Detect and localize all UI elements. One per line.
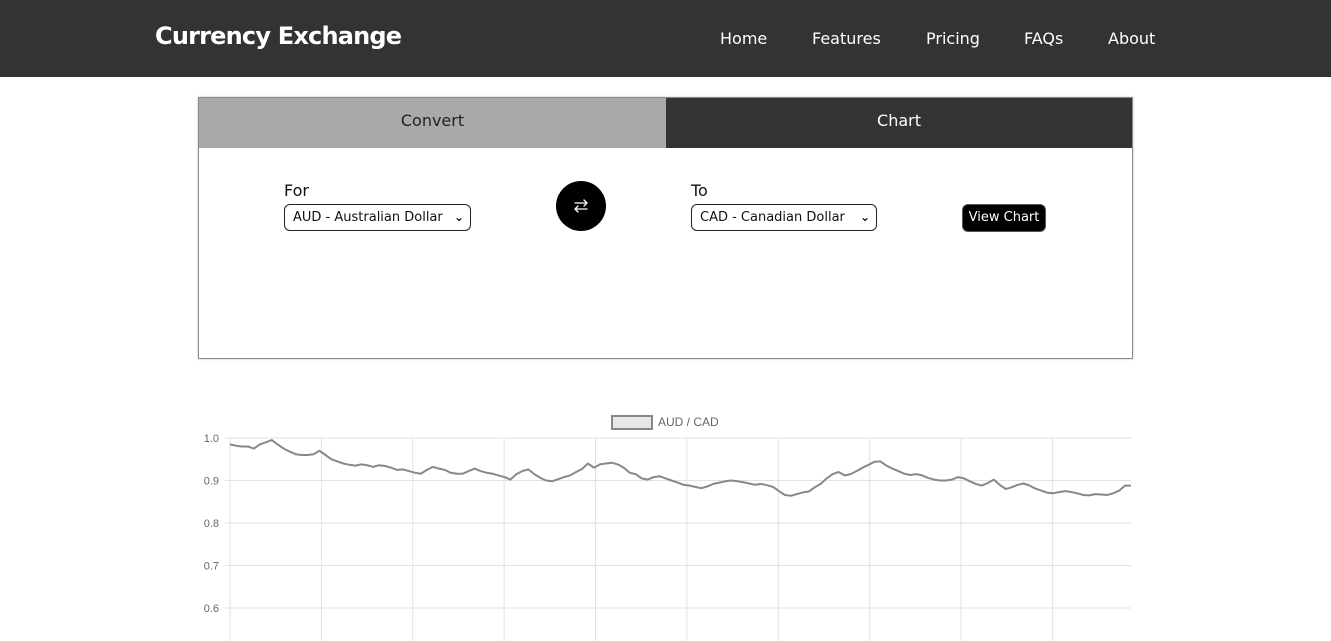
series-line-aud-cad: [229, 439, 1131, 497]
y-tick-label: 0.6: [204, 603, 219, 615]
swap-button[interactable]: [556, 181, 606, 231]
y-tick-label: 0.8: [204, 518, 219, 530]
y-tick-label: 0.9: [204, 476, 219, 488]
nav-features[interactable]: Features: [812, 29, 881, 48]
tab-convert[interactable]: Convert: [199, 98, 666, 148]
to-label: To: [691, 181, 708, 200]
nav-home[interactable]: Home: [720, 29, 767, 48]
chevron-down-icon: ⌄: [453, 210, 464, 224]
tab-chart[interactable]: Chart: [666, 98, 1132, 148]
top-navbar: Currency Exchange Home Features Pricing …: [0, 0, 1331, 77]
nav-faqs[interactable]: FAQs: [1024, 29, 1063, 48]
chevron-down-icon: ⌄: [859, 210, 870, 224]
from-currency-select[interactable]: AUD - Australian Dollar ⌄: [284, 204, 471, 231]
nav-pricing[interactable]: Pricing: [926, 29, 980, 48]
y-tick-label: 0.7: [204, 561, 219, 573]
converter-panel: Convert Chart For AUD - Australian Dolla…: [198, 97, 1133, 359]
from-currency-value: AUD - Australian Dollar: [293, 210, 443, 225]
to-currency-value: CAD - Canadian Dollar: [700, 210, 845, 225]
nav-about[interactable]: About: [1108, 29, 1155, 48]
swap-arrows-icon: [574, 199, 588, 213]
legend-swatch: [611, 415, 653, 430]
y-tick-label: 1.0: [204, 433, 219, 445]
view-chart-button[interactable]: View Chart: [962, 204, 1046, 232]
main-nav: Home Features Pricing FAQs About: [0, 29, 1331, 51]
to-currency-select[interactable]: CAD - Canadian Dollar ⌄: [691, 204, 877, 231]
from-label: For: [284, 181, 309, 200]
legend-label: AUD / CAD: [658, 415, 719, 429]
exchange-rate-chart: 1.0 0.9 0.8 0.7 0.6 AUD / CAD: [204, 415, 1131, 641]
